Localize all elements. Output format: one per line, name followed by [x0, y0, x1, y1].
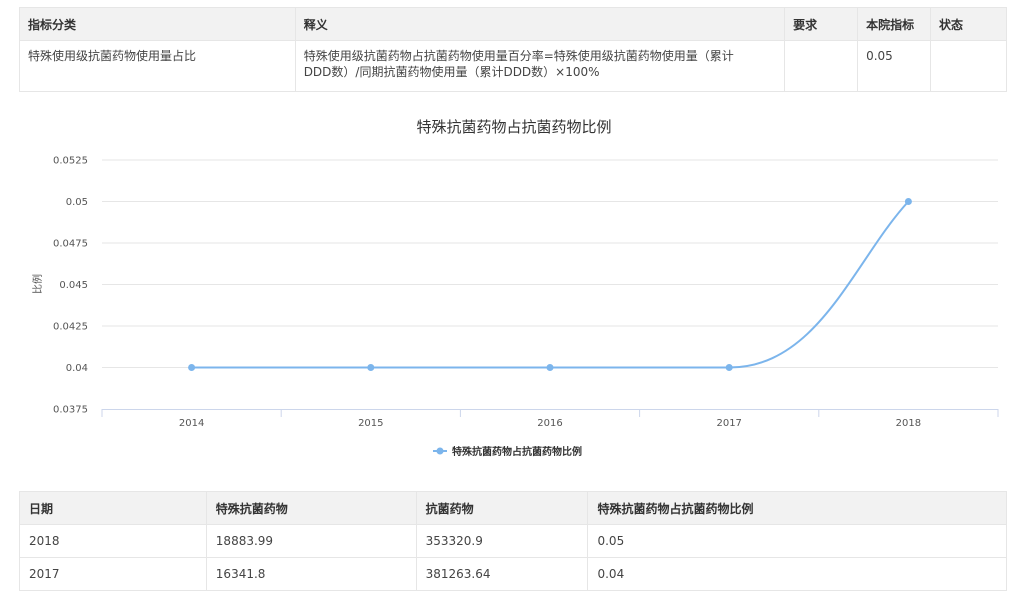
- indicator-status: [930, 40, 1007, 92]
- cell-date: 2018: [19, 524, 207, 558]
- indicator-row: 特殊使用级抗菌药物使用量占比 特殊使用级抗菌药物占抗菌药物使用量百分率=特殊使用…: [19, 40, 1007, 92]
- y-tick-label: 0.0475: [53, 239, 88, 250]
- x-tick-label: 2017: [716, 418, 741, 429]
- indicator-category: 特殊使用级抗菌药物使用量占比: [19, 40, 296, 92]
- data-point[interactable]: [546, 364, 554, 371]
- legend-label: 特殊抗菌药物占抗菌药物比例: [452, 445, 582, 458]
- table-row: 2017 16341.8 381263.64 0.04: [19, 557, 1007, 591]
- y-tick-label: 0.0425: [53, 322, 88, 333]
- header-category: 指标分类: [19, 7, 296, 41]
- indicator-value: 0.05: [857, 40, 932, 92]
- data-point[interactable]: [904, 198, 912, 205]
- y-axis-ticks: 0.0375 0.04 0.0425 0.045 0.0475 0.05 0.0525: [53, 156, 88, 416]
- legend[interactable]: 特殊抗菌药物占抗菌药物比例: [433, 445, 582, 458]
- header-date: 日期: [19, 491, 207, 525]
- data-point[interactable]: [725, 364, 733, 371]
- x-axis: 2014 2015 2016 2017 2018: [101, 409, 999, 429]
- cell-antibiotics: 353320.9: [415, 524, 589, 558]
- x-tick-label: 2018: [896, 418, 921, 429]
- y-tick-label: 0.0375: [53, 405, 88, 416]
- y-tick-label: 0.05: [66, 197, 88, 208]
- cell-ratio: 0.05: [587, 524, 1007, 558]
- data-point[interactable]: [188, 364, 196, 371]
- cell-special: 16341.8: [205, 557, 417, 591]
- definition-line-1: 特殊使用级抗菌药物占抗菌药物使用量百分率=特殊使用级抗菌药物使用量（累计: [303, 49, 734, 63]
- x-tick-label: 2014: [179, 418, 204, 429]
- header-ratio: 特殊抗菌药物占抗菌药物比例: [587, 491, 1007, 525]
- chart-title: 特殊抗菌药物占抗菌药物比例: [416, 118, 611, 136]
- y-tick-label: 0.045: [59, 280, 88, 291]
- header-definition: 释义: [294, 7, 786, 41]
- indicator-definition: 特殊使用级抗菌药物占抗菌药物使用量百分率=特殊使用级抗菌药物使用量（累计 DDD…: [294, 40, 786, 92]
- data-point[interactable]: [367, 364, 375, 371]
- indicator-table: 指标分类 释义 要求 本院指标 状态 特殊使用级抗菌药物使用量占比 特殊使用级抗…: [19, 7, 1007, 92]
- indicator-header-row: 指标分类 释义 要求 本院指标 状态: [19, 7, 1007, 41]
- cell-antibiotics: 381263.64: [415, 557, 589, 591]
- header-antibiotics: 抗菌药物: [415, 491, 589, 525]
- cell-date: 2017: [19, 557, 207, 591]
- data-table: 日期 特殊抗菌药物 抗菌药物 特殊抗菌药物占抗菌药物比例 2018 18883.…: [19, 491, 1007, 591]
- definition-line-2: DDD数）/同期抗菌药物使用量（累计DDD数）×100%: [303, 65, 600, 79]
- header-status: 状态: [930, 7, 1007, 41]
- y-tick-label: 0.0525: [53, 156, 88, 167]
- data-header-row: 日期 特殊抗菌药物 抗菌药物 特殊抗菌药物占抗菌药物比例: [19, 491, 1007, 525]
- y-axis-label: 比例: [31, 274, 44, 294]
- indicator-requirement: [784, 40, 859, 92]
- legend-marker-icon: [436, 447, 444, 455]
- cell-ratio: 0.04: [587, 557, 1007, 591]
- y-tick-label: 0.04: [66, 363, 88, 374]
- x-tick-label: 2016: [537, 418, 562, 429]
- header-hospital-value: 本院指标: [857, 7, 932, 41]
- cell-special: 18883.99: [205, 524, 417, 558]
- x-tick-label: 2015: [358, 418, 383, 429]
- table-row: 2018 18883.99 353320.9 0.05: [19, 524, 1007, 558]
- header-special-antibiotics: 特殊抗菌药物: [205, 491, 417, 525]
- header-requirement: 要求: [784, 7, 859, 41]
- line-chart: 特殊抗菌药物占抗菌药物比例 0.0375 0.04 0.0425 0.045 0.047…: [31, 118, 999, 458]
